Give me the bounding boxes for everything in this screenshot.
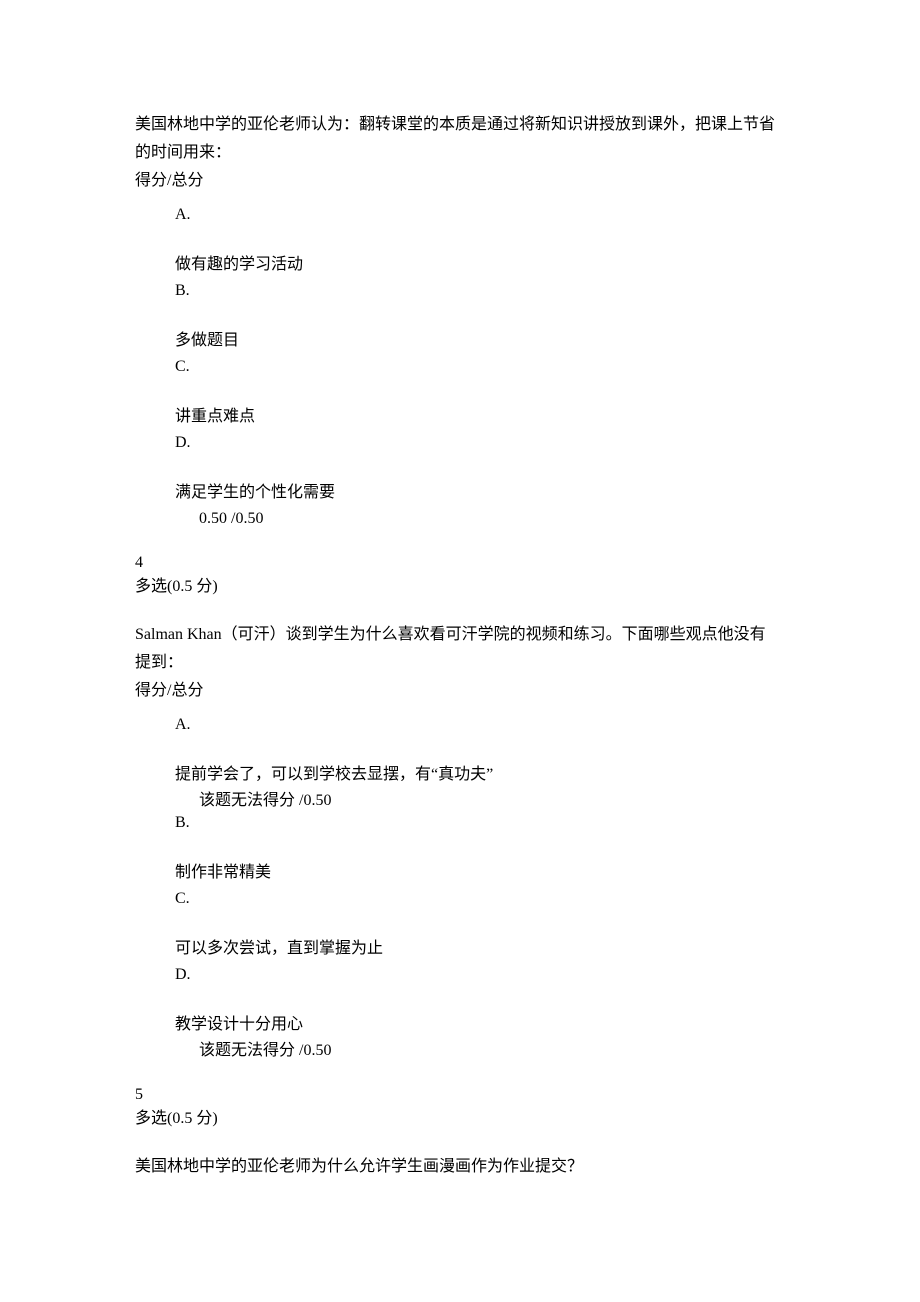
q4-number: 4 [135,551,790,575]
q4-option-a-score: 该题无法得分 /0.50 [175,789,790,813]
q3-option-d-letter: D. [175,431,790,455]
q3-option-c-letter: C. [175,355,790,379]
q3-options: A. 做有趣的学习活动 B. 多做题目 C. 讲重点难点 D. 满足学生的个性化… [135,203,790,531]
q3-score-label: 得分/总分 [135,169,790,193]
q3-stem-line2: 的时间用来： [135,141,790,165]
q3-option-c-text: 讲重点难点 [175,405,790,429]
q3-option-b-text: 多做题目 [175,329,790,353]
q5-stem: 美国林地中学的亚伦老师为什么允许学生画漫画作为作业提交？ [135,1155,790,1179]
q3-score-line: 0.50 /0.50 [175,507,790,531]
q4-option-a-text: 提前学会了，可以到学校去显摆，有“真功夫” [175,763,790,787]
q3-option-a-text: 做有趣的学习活动 [175,253,790,277]
q4-option-c-text: 可以多次尝试，直到掌握为止 [175,937,790,961]
q3-stem-line1: 美国林地中学的亚伦老师认为：翻转课堂的本质是通过将新知识讲授放到课外，把课上节省 [135,113,790,137]
q3-option-a-letter: A. [175,203,790,227]
q4-type: 多选(0.5 分) [135,575,790,599]
q4-options: A. 提前学会了，可以到学校去显摆，有“真功夫” 该题无法得分 /0.50 B.… [135,713,790,1063]
q4-option-d-score: 该题无法得分 /0.50 [175,1039,790,1063]
q4-option-d-text: 教学设计十分用心 [175,1013,790,1037]
q3-option-b-letter: B. [175,279,790,303]
q4-stem-line2: 提到： [135,651,790,675]
q4-stem-line1: Salman Khan（可汗）谈到学生为什么喜欢看可汗学院的视频和练习。下面哪些… [135,623,790,647]
q4-option-c-letter: C. [175,887,790,911]
q4-option-a-letter: A. [175,713,790,737]
q4-option-b-text: 制作非常精美 [175,861,790,885]
q4-option-d-letter: D. [175,963,790,987]
q5-type: 多选(0.5 分) [135,1107,790,1131]
q4-score-label: 得分/总分 [135,679,790,703]
q4-option-b-letter: B. [175,811,790,835]
q5-number: 5 [135,1083,790,1107]
q3-option-d-text: 满足学生的个性化需要 [175,481,790,505]
